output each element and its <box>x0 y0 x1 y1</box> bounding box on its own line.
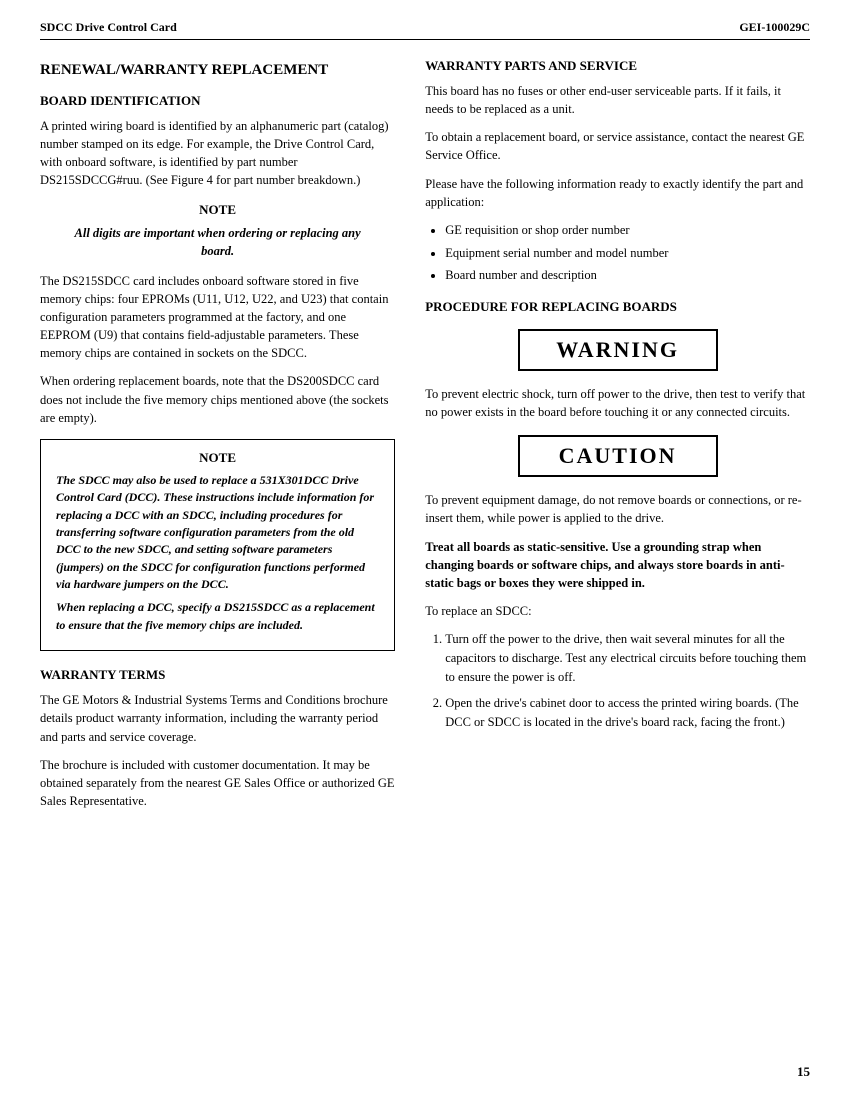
warranty-service-heading: WARRANTY PARTS AND SERVICE <box>425 58 810 74</box>
note-box-2: NOTE The SDCC may also be used to replac… <box>40 439 395 652</box>
main-section-title: RENEWAL/WARRANTY REPLACEMENT <box>40 62 395 79</box>
page-header: SDCC Drive Control Card GEI-100029C <box>40 20 810 40</box>
procedure-intro: To replace an SDCC: <box>425 602 810 620</box>
caution-box: CAUTION <box>518 435 718 477</box>
procedure-heading: PROCEDURE FOR REPLACING BOARDS <box>425 299 810 315</box>
warning-box: WARNING <box>518 329 718 371</box>
caution-para1: To prevent equipment damage, do not remo… <box>425 491 810 527</box>
board-id-heading: BOARD IDENTIFICATION <box>40 93 395 109</box>
warning-text: To prevent electric shock, turn off powe… <box>425 385 810 421</box>
board-id-para1: A printed wiring board is identified by … <box>40 117 395 190</box>
warranty-terms-para2: The brochure is included with customer d… <box>40 756 395 810</box>
step-2: Open the drive's cabinet door to access … <box>445 694 810 732</box>
left-column: RENEWAL/WARRANTY REPLACEMENT BOARD IDENT… <box>40 58 395 820</box>
page: SDCC Drive Control Card GEI-100029C RENE… <box>0 0 850 1100</box>
bullet-item-3: Board number and description <box>445 266 810 285</box>
warning-label: WARNING <box>556 337 679 362</box>
warranty-service-para2: To obtain a replacement board, or servic… <box>425 128 810 164</box>
note2-para1: The SDCC may also be used to replace a 5… <box>56 472 379 594</box>
two-column-layout: RENEWAL/WARRANTY REPLACEMENT BOARD IDENT… <box>40 58 810 820</box>
page-number: 15 <box>797 1064 810 1080</box>
warranty-terms-para1: The GE Motors & Industrial Systems Terms… <box>40 691 395 745</box>
warranty-service-para1: This board has no fuses or other end-use… <box>425 82 810 118</box>
step-1: Turn off the power to the drive, then wa… <box>445 630 810 686</box>
note-box-1: NOTE All digits are important when order… <box>50 202 385 260</box>
right-column: WARRANTY PARTS AND SERVICE This board ha… <box>425 58 810 820</box>
bullet-item-2: Equipment serial number and model number <box>445 244 810 263</box>
note2-para2: When replacing a DCC, specify a DS215SDC… <box>56 599 379 634</box>
caution-para2: Treat all boards as static-sensitive. Us… <box>425 538 810 592</box>
bullet-item-1: GE requisition or shop order number <box>445 221 810 240</box>
board-id-para3: When ordering replacement boards, note t… <box>40 372 395 426</box>
warranty-service-bullets: GE requisition or shop order number Equi… <box>445 221 810 285</box>
note1-title: NOTE <box>50 202 385 218</box>
warranty-service-para3: Please have the following information re… <box>425 175 810 211</box>
warranty-terms-heading: WARRANTY TERMS <box>40 667 395 683</box>
caution-label: CAUTION <box>559 443 677 468</box>
header-title-right: GEI-100029C <box>739 20 810 35</box>
note1-content: All digits are important when ordering o… <box>50 224 385 260</box>
header-title-left: SDCC Drive Control Card <box>40 20 177 35</box>
board-id-para2: The DS215SDCC card includes onboard soft… <box>40 272 395 363</box>
procedure-steps: Turn off the power to the drive, then wa… <box>445 630 810 732</box>
note2-title: NOTE <box>56 450 379 466</box>
